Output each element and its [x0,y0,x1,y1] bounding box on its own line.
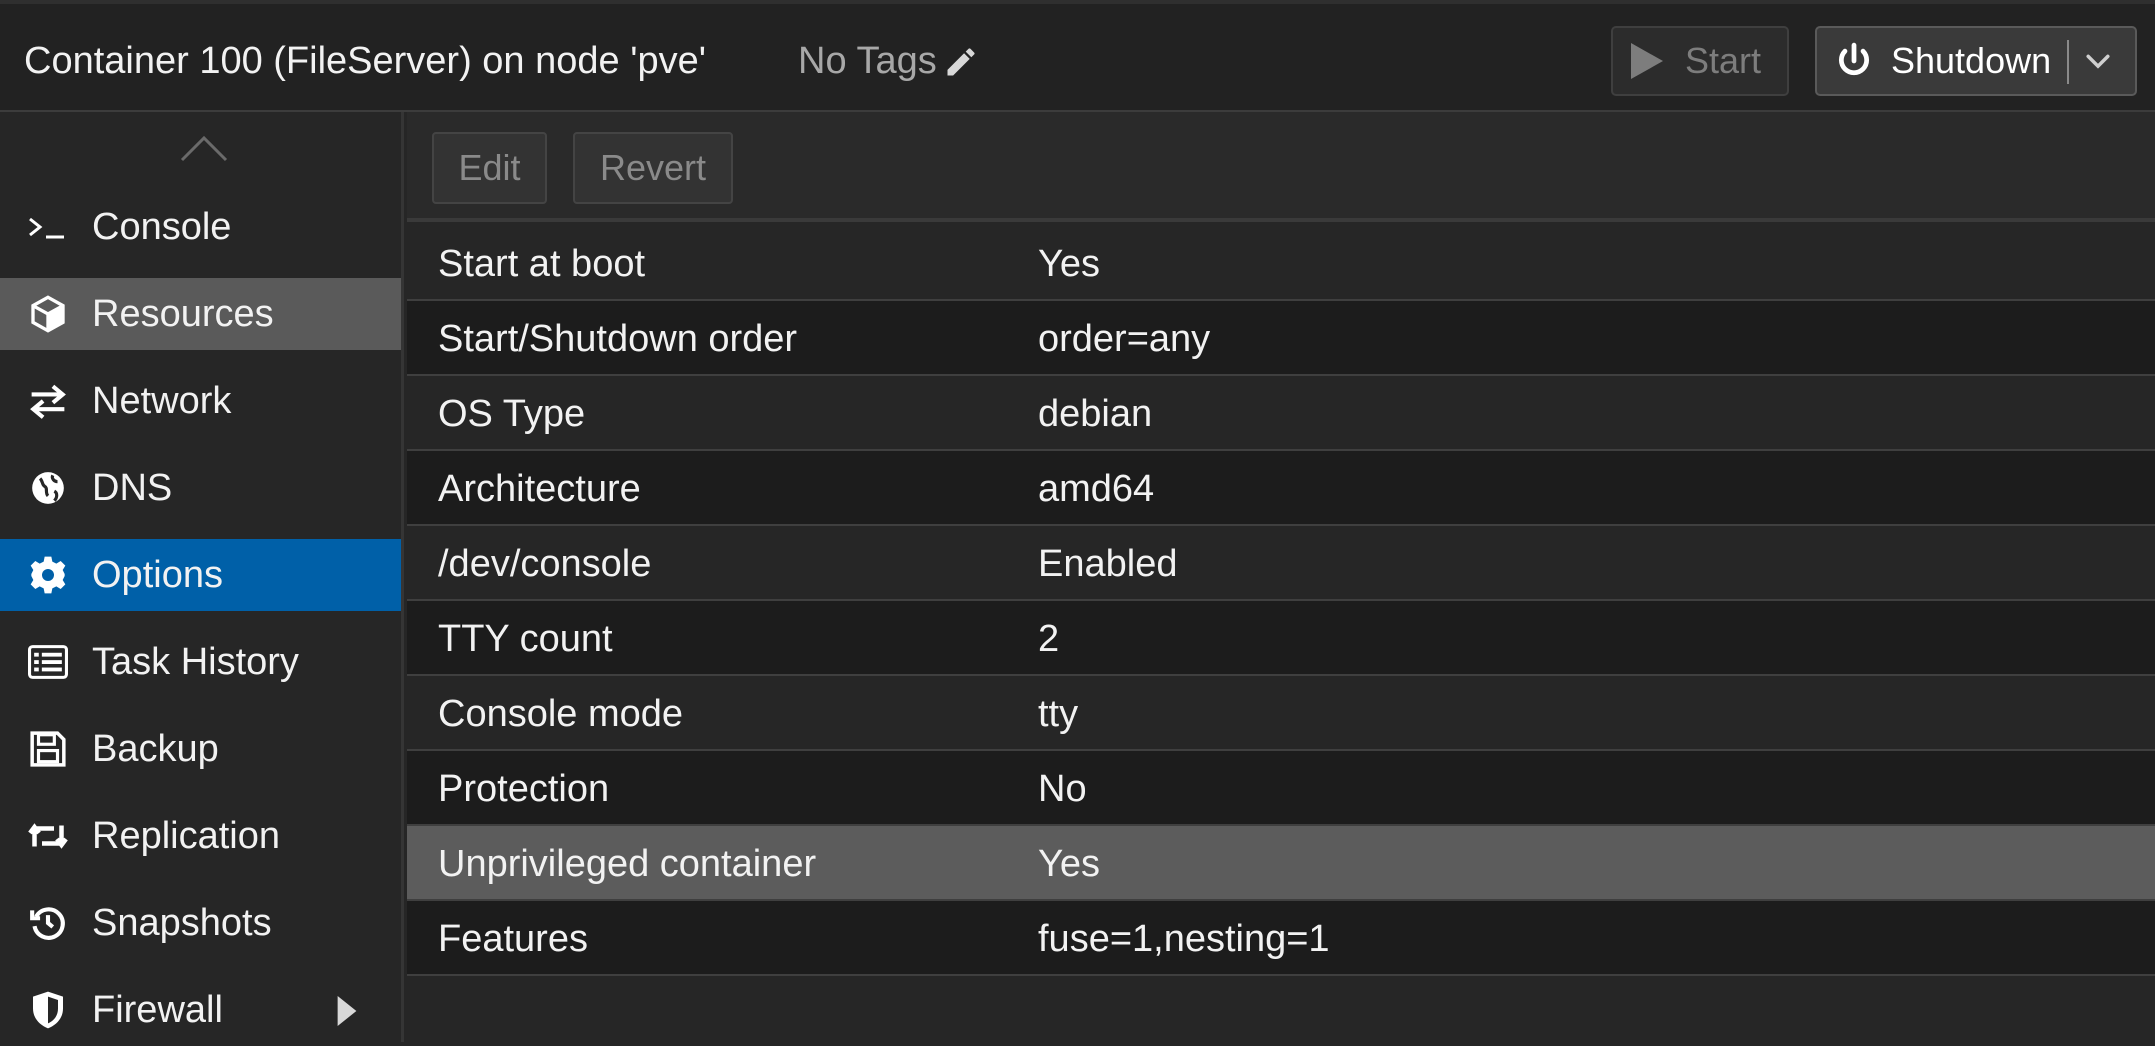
option-key: Console mode [438,693,684,735]
option-value: 2 [1038,618,1060,660]
sidebar-item-firewall[interactable]: Firewall [0,974,401,1046]
history-icon [24,899,72,947]
options-panel: Edit Revert Start at boot Yes Start/Shut… [407,112,2155,1042]
list-icon [24,638,72,686]
option-key: OS Type [438,393,586,435]
power-icon [1839,42,1869,76]
table-row[interactable]: Architecture amd64 [407,451,2155,526]
sidebar-item-label: Console [92,205,232,248]
sidebar-item-label: Task History [92,640,299,683]
tags-label: No Tags [798,40,937,82]
retweet-icon [24,812,72,860]
split-divider [2067,40,2069,84]
shutdown-button[interactable]: Shutdown [1815,26,2137,96]
option-value: order=any [1038,318,1211,360]
table-row[interactable]: Features fuse=1,nesting=1 [407,901,2155,976]
table-row-selected[interactable]: Unprivileged container Yes [407,826,2155,901]
chevron-down-icon[interactable] [2083,48,2113,76]
option-key: Features [438,918,588,960]
sidebar-item-snapshots[interactable]: Snapshots [0,887,401,959]
shield-icon [24,986,72,1034]
start-button[interactable]: Start [1611,26,1789,96]
sidebar-item-label: Snapshots [92,901,272,944]
gear-icon [24,551,72,599]
option-key: /dev/console [438,543,652,585]
chevron-up-icon[interactable] [180,132,228,162]
table-row[interactable]: Start at boot Yes [407,226,2155,301]
sidebar-item-resources[interactable]: Resources [0,278,401,350]
option-value: fuse=1,nesting=1 [1038,918,1330,960]
table-row[interactable]: Start/Shutdown order order=any [407,301,2155,376]
option-key: Start at boot [438,243,646,285]
sidebar-item-network[interactable]: Network [0,365,401,437]
sidebar-item-label: DNS [92,466,173,509]
sidebar-item-console[interactable]: Console [0,191,401,263]
sidebar-item-label: Firewall [92,988,223,1031]
option-key: Start/Shutdown order [438,318,798,360]
header-bar: Container 100 (FileServer) on node 'pve'… [0,0,2155,112]
revert-button[interactable]: Revert [573,132,733,204]
cube-icon [24,290,72,338]
shutdown-label: Shutdown [1891,40,2052,81]
option-value: tty [1038,693,1079,735]
table-row[interactable]: Protection No [407,751,2155,826]
option-key: Unprivileged container [438,843,817,885]
table-row[interactable]: OS Type debian [407,376,2155,451]
exchange-icon [24,377,72,425]
option-value: debian [1038,393,1153,435]
table-row[interactable]: TTY count 2 [407,601,2155,676]
option-value: No [1038,768,1087,810]
option-value: amd64 [1038,468,1155,510]
start-label: Start [1685,40,1762,81]
floppy-icon [24,725,72,773]
options-toolbar: Edit Revert [407,112,2155,222]
play-icon [1631,43,1663,79]
option-key: Protection [438,768,610,810]
pencil-icon[interactable] [943,44,979,80]
sidebar-item-backup[interactable]: Backup [0,713,401,785]
table-row[interactable]: Console mode tty [407,676,2155,751]
option-value: Yes [1038,243,1100,285]
sidebar-nav: Console Resources Network DNS Options Ta… [0,112,404,1042]
options-grid: Start at boot Yes Start/Shutdown order o… [407,226,2155,976]
sidebar-item-label: Replication [92,814,280,857]
sidebar-item-label: Resources [92,292,274,335]
option-value: Enabled [1038,543,1178,585]
sidebar-item-label: Options [92,553,223,596]
table-row[interactable]: /dev/console Enabled [407,526,2155,601]
tags-editor[interactable]: No Tags [798,40,979,83]
globe-icon [24,464,72,512]
sidebar-item-task-history[interactable]: Task History [0,626,401,698]
caret-right-icon[interactable] [337,996,357,1026]
console-icon [24,203,72,251]
page-title: Container 100 (FileServer) on node 'pve' [24,40,706,82]
sidebar-item-label: Network [92,379,232,422]
option-key: Architecture [438,468,641,510]
edit-button[interactable]: Edit [432,132,547,204]
option-value: Yes [1038,843,1100,885]
sidebar-item-label: Backup [92,727,219,770]
sidebar-item-dns[interactable]: DNS [0,452,401,524]
option-key: TTY count [438,618,613,660]
sidebar-item-replication[interactable]: Replication [0,800,401,872]
sidebar-item-options[interactable]: Options [0,539,401,611]
